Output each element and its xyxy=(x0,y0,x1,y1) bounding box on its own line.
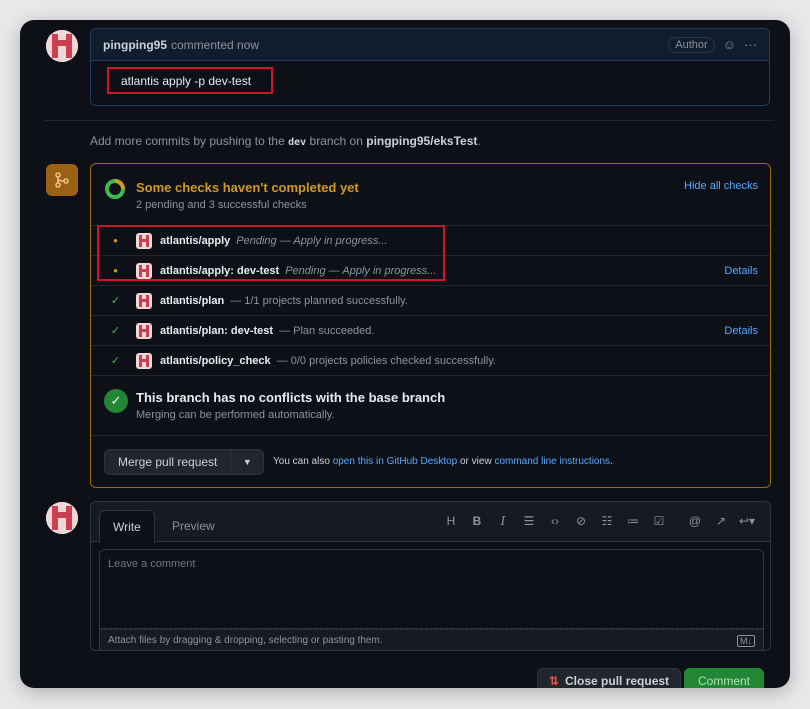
bullet-list-icon[interactable]: ☷ xyxy=(594,514,620,528)
merge-options-chevron-icon[interactable]: ▼ xyxy=(231,450,263,474)
check-name: atlantis/apply: dev-test xyxy=(160,264,280,277)
merge-area: Merge pull request ▼ You can also open t… xyxy=(91,436,770,487)
italic-icon[interactable]: I xyxy=(490,514,516,528)
close-pr-icon: ⇅ xyxy=(548,674,560,688)
bold-icon[interactable]: B xyxy=(464,514,490,528)
comment-header: pingping95 commented now Author ☺ ··· xyxy=(91,29,769,61)
merge-note-prefix: You can also xyxy=(273,456,330,467)
check-description: — 0/0 projects policies checked successf… xyxy=(276,354,496,367)
hint-prefix: Add more commits by pushing to the xyxy=(90,134,285,148)
merge-note: You can also open this in GitHub Desktop… xyxy=(273,456,613,467)
markdown-icon: M↓ xyxy=(737,635,755,647)
quote-icon[interactable]: ☰ xyxy=(516,514,542,528)
hint-repo[interactable]: pingping95/eksTest xyxy=(366,134,477,148)
check-row: ✓ atlantis/plan — 1/1 projects planned suc… xyxy=(91,286,770,316)
identicon-icon xyxy=(46,502,78,534)
checks-subtitle: 2 pending and 3 successful checks xyxy=(136,199,307,211)
reply-icon[interactable]: ↩▾ xyxy=(734,514,760,528)
close-pr-label: Close pull request xyxy=(565,674,670,688)
conflict-section: ✓ This branch has no conflicts with the … xyxy=(91,376,770,436)
check-icon: ✓ xyxy=(110,295,121,307)
conflict-title: This branch has no conflicts with the ba… xyxy=(136,390,446,405)
user-avatar[interactable] xyxy=(46,30,78,62)
check-details-link[interactable]: Details xyxy=(724,325,758,337)
comment-username[interactable]: pingping95 xyxy=(103,38,167,52)
pending-dot-icon: ● xyxy=(113,266,118,275)
pending-dot-icon: ● xyxy=(113,236,118,245)
merge-note-suffix: . xyxy=(610,456,613,467)
task-list-icon[interactable]: ☑ xyxy=(646,514,672,528)
check-description: Pending — Apply in progress... xyxy=(236,234,388,247)
check-icon: ✓ xyxy=(110,355,121,367)
check-list: ● atlantis/apply Pending — Apply in progre… xyxy=(91,226,770,376)
checks-title: Some checks haven't completed yet xyxy=(136,180,359,195)
merge-note-middle: or view xyxy=(459,456,492,467)
comment-button[interactable]: Comment xyxy=(684,668,764,688)
current-user-avatar[interactable] xyxy=(46,502,78,534)
comment-editor: Write Preview H B I ☰ ‹› ⊘ ☷ ≔ ☑ @ ↗ ↩▾ … xyxy=(90,501,771,651)
check-row: ✓ atlantis/policy_check — 0/0 projects pol… xyxy=(91,346,770,376)
atlantis-app-icon xyxy=(136,232,152,249)
heading-icon[interactable]: H xyxy=(438,514,464,528)
more-options-icon[interactable]: ··· xyxy=(744,37,757,52)
pull-request-window: pingping95 commented now Author ☺ ··· at… xyxy=(20,20,790,688)
check-name: atlantis/plan xyxy=(160,294,225,307)
hide-checks-link[interactable]: Hide all checks xyxy=(684,180,758,192)
hint-suffix: . xyxy=(477,134,481,148)
identicon-icon xyxy=(46,30,78,62)
check-name: atlantis/policy_check xyxy=(160,354,271,367)
close-pull-request-button[interactable]: ⇅ Close pull request xyxy=(537,668,681,688)
open-desktop-link[interactable]: open this in GitHub Desktop xyxy=(333,456,458,467)
comment-action: commented now xyxy=(171,37,260,52)
reference-icon[interactable]: ↗ xyxy=(708,514,734,528)
mention-icon[interactable]: @ xyxy=(682,514,708,528)
check-row: ● atlantis/apply: dev-test Pending — Apply… xyxy=(91,256,770,286)
hint-middle: branch on xyxy=(309,134,363,148)
check-row: ✓ atlantis/plan: dev-test — Plan succeeded… xyxy=(91,316,770,346)
atlantis-app-icon xyxy=(136,262,152,279)
atlantis-app-icon xyxy=(136,352,152,369)
comment-box: pingping95 commented now Author ☺ ··· at… xyxy=(90,28,770,106)
emoji-icon[interactable]: ☺ xyxy=(723,37,736,52)
numbered-list-icon[interactable]: ≔ xyxy=(620,514,646,528)
conflict-subtitle: Merging can be performed automatically. xyxy=(136,409,335,421)
check-description: — 1/1 projects planned successfully. xyxy=(230,294,408,307)
push-hint: Add more commits by pushing to the dev b… xyxy=(90,134,481,148)
tab-write[interactable]: Write xyxy=(99,510,155,543)
cli-instructions-link[interactable]: command line instructions xyxy=(494,456,610,467)
comment-body: atlantis apply -p dev-test xyxy=(107,67,273,94)
editor-tabs: Write Preview H B I ☰ ‹› ⊘ ☷ ≔ ☑ @ ↗ ↩▾ xyxy=(91,502,770,543)
check-name: atlantis/apply xyxy=(160,234,231,247)
code-icon[interactable]: ‹› xyxy=(542,514,568,528)
check-icon: ✓ xyxy=(110,325,121,337)
check-circle-icon: ✓ xyxy=(104,389,128,413)
merge-button-group: Merge pull request ▼ xyxy=(104,449,265,475)
checks-header: Some checks haven't completed yet 2 pend… xyxy=(91,164,770,226)
tab-preview[interactable]: Preview xyxy=(159,510,228,542)
link-icon[interactable]: ⊘ xyxy=(568,514,594,528)
markdown-toolbar: H B I ☰ ‹› ⊘ ☷ ≔ ☑ @ ↗ ↩▾ xyxy=(438,514,760,528)
comment-text: atlantis apply -p dev-test xyxy=(121,73,252,88)
attach-files-bar[interactable]: Attach files by dragging & dropping, sel… xyxy=(99,629,764,650)
check-details-link[interactable]: Details xyxy=(724,265,758,277)
progress-ring-icon xyxy=(105,179,125,199)
checks-panel: Some checks haven't completed yet 2 pend… xyxy=(90,163,771,488)
author-badge: Author xyxy=(668,36,715,53)
check-description: Pending — Apply in progress... xyxy=(285,264,437,277)
timeline-divider xyxy=(44,120,774,121)
check-description: — Plan succeeded. xyxy=(279,324,375,337)
atlantis-app-icon xyxy=(136,292,152,309)
check-name: atlantis/plan: dev-test xyxy=(160,324,274,337)
atlantis-app-icon xyxy=(136,322,152,339)
check-row: ● atlantis/apply Pending — Apply in progre… xyxy=(91,226,770,256)
hint-branch: dev xyxy=(288,137,307,148)
git-branch-icon xyxy=(46,164,78,196)
attach-text: Attach files by dragging & dropping, sel… xyxy=(108,635,383,646)
merge-pull-request-button[interactable]: Merge pull request xyxy=(105,450,232,474)
comment-textarea[interactable]: Leave a comment xyxy=(99,549,764,629)
